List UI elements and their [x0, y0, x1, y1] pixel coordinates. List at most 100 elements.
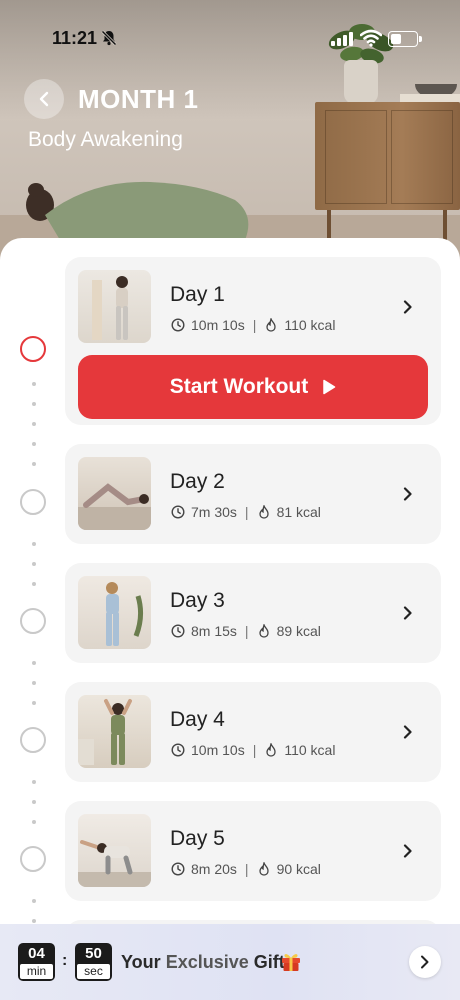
battery-icon	[388, 31, 422, 47]
day-card-5[interactable]: Day 5 8m 20s | 90 kcal	[65, 801, 441, 901]
meta-separator: |	[244, 623, 249, 639]
gift-icon	[282, 954, 300, 971]
timeline-dot	[32, 780, 36, 784]
flame-icon	[258, 505, 269, 519]
day-card-3[interactable]: Day 3 8m 15s | 89 kcal	[65, 563, 441, 663]
chevron-right-icon[interactable]	[403, 844, 413, 858]
timeline-dot	[32, 582, 36, 586]
timeline-dot	[32, 442, 36, 446]
day-5-duration: 8m 20s	[191, 861, 237, 877]
countdown-seconds-value: 50	[85, 945, 102, 962]
meta-separator: |	[244, 861, 249, 877]
play-icon	[323, 379, 336, 395]
day-4-thumbnail	[78, 695, 151, 768]
timeline-circle-day-4	[20, 727, 46, 753]
gift-text: Your Exclusive Gift	[121, 952, 285, 973]
day-5-meta: 8m 20s | 90 kcal	[171, 861, 321, 877]
start-workout-label: Start Workout	[169, 375, 309, 398]
clock-icon	[171, 743, 185, 757]
day-1-duration: 10m 10s	[191, 317, 245, 333]
page-title: MONTH 1	[78, 84, 199, 114]
gift-text-your: Your	[121, 952, 161, 972]
day-3-thumbnail	[78, 576, 151, 649]
back-arrow-icon	[39, 91, 49, 107]
flame-icon	[266, 743, 276, 757]
flame-icon	[258, 624, 269, 638]
timeline-circle-day-5	[20, 846, 46, 872]
meta-separator: |	[252, 742, 257, 758]
day-2-calories: 81 kcal	[276, 504, 321, 520]
countdown-minutes-value: 04	[28, 945, 45, 962]
day-3-calories: 89 kcal	[276, 623, 321, 639]
chevron-right-icon[interactable]	[403, 487, 413, 501]
flame-icon	[266, 318, 276, 332]
countdown-colon: :	[62, 952, 68, 969]
timeline-dot	[32, 800, 36, 804]
meta-separator: |	[252, 317, 257, 333]
day-1-calories: 110 kcal	[284, 317, 336, 333]
timeline-circle-day-3	[20, 608, 46, 634]
day-2-thumbnail	[78, 457, 151, 530]
exclusive-gift-banner[interactable]: 04 min : 50 sec Your Exclusive Gift	[0, 924, 460, 1000]
countdown-minutes-unit: min	[20, 964, 53, 979]
back-button[interactable]	[24, 79, 64, 119]
countdown-seconds-unit: sec	[77, 964, 110, 979]
day-2-duration: 7m 30s	[191, 504, 237, 520]
day-3-label: Day 3	[170, 589, 225, 612]
gift-open-button[interactable]	[409, 946, 441, 978]
timeline-dot	[32, 661, 36, 665]
timeline-dot	[32, 382, 36, 386]
timeline-circle-day-2	[20, 489, 46, 515]
chevron-right-icon[interactable]	[403, 606, 413, 620]
cabinet-decoration	[315, 102, 460, 240]
day-card-2[interactable]: Day 2 7m 30s | 81 kcal	[65, 444, 441, 544]
day-card-4[interactable]: Day 4 10m 10s | 110 kcal	[65, 682, 441, 782]
day-3-meta: 8m 15s | 89 kcal	[171, 623, 321, 639]
clock-icon	[171, 505, 185, 519]
timeline-circle-day-1	[20, 336, 46, 362]
day-5-calories: 90 kcal	[276, 861, 321, 877]
day-2-label: Day 2	[170, 470, 225, 493]
timeline-dot	[32, 820, 36, 824]
day-5-label: Day 5	[170, 827, 225, 850]
timeline-dot	[32, 462, 36, 466]
timeline-dot	[32, 402, 36, 406]
timeline-dot	[32, 681, 36, 685]
day-card-1[interactable]: Day 1 10m 10s | 110 kcal Start Workout	[65, 257, 441, 425]
clock-icon	[171, 624, 185, 638]
clock-icon	[171, 862, 185, 876]
day-1-thumbnail	[78, 270, 151, 343]
signal-icon	[331, 32, 353, 46]
meta-separator: |	[244, 504, 249, 520]
day-4-calories: 110 kcal	[284, 742, 336, 758]
chevron-right-icon[interactable]	[403, 300, 413, 314]
timeline-dot	[32, 919, 36, 923]
day-1-meta: 10m 10s | 110 kcal	[171, 317, 335, 333]
day-1-label: Day 1	[170, 283, 225, 306]
timeline-dot	[32, 422, 36, 426]
page-subtitle: Body Awakening	[28, 128, 183, 151]
day-5-thumbnail	[78, 814, 151, 887]
bell-slash-icon	[101, 30, 117, 46]
clock-icon	[171, 318, 185, 332]
timeline-dot	[32, 899, 36, 903]
chevron-right-icon	[421, 955, 429, 969]
start-workout-button[interactable]: Start Workout	[78, 355, 428, 419]
status-time: 11:21	[52, 28, 98, 48]
status-bar: 11:21	[0, 24, 460, 54]
day-2-meta: 7m 30s | 81 kcal	[171, 504, 321, 520]
chevron-right-icon[interactable]	[403, 725, 413, 739]
day-4-meta: 10m 10s | 110 kcal	[171, 742, 335, 758]
flame-icon	[258, 862, 269, 876]
gift-text-exclusive: Exclusive	[165, 952, 249, 972]
countdown-minutes: 04 min	[18, 943, 55, 981]
day-4-label: Day 4	[170, 708, 225, 731]
countdown-seconds: 50 sec	[75, 943, 112, 981]
wifi-icon	[360, 29, 382, 47]
timeline-dot	[32, 562, 36, 566]
timeline-dot	[32, 701, 36, 705]
day-4-duration: 10m 10s	[191, 742, 245, 758]
day-3-duration: 8m 15s	[191, 623, 237, 639]
workout-list-sheet: Day 1 10m 10s | 110 kcal Start Workout D…	[0, 238, 460, 1000]
timeline-dot	[32, 542, 36, 546]
